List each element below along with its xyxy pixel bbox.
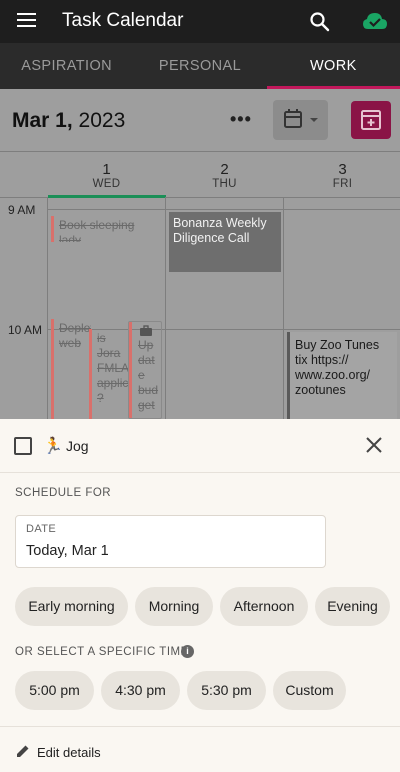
pencil-icon bbox=[16, 744, 30, 758]
date-field-label: DATE bbox=[26, 523, 57, 535]
today-indicator bbox=[48, 195, 166, 198]
event-buy-zoo-tunes[interactable]: Buy Zoo Tunes tix https:// www.zoo.org/ … bbox=[287, 332, 397, 419]
event-book-sleeping-lady[interactable]: Book sleeping lady bbox=[51, 216, 159, 242]
calendar-view: Mar 1, 2023 ••• 1 WED 2 THU 3 FRI 9 AM 10 A… bbox=[0, 89, 400, 419]
info-icon[interactable]: i bbox=[181, 645, 194, 658]
task-checkbox[interactable] bbox=[14, 437, 32, 455]
event-update-budget[interactable]: Up dat e bud get bbox=[128, 321, 162, 419]
tab-work[interactable]: WORK bbox=[266, 43, 400, 89]
period-chip-morning[interactable]: Morning bbox=[135, 587, 213, 626]
calendar-add-icon bbox=[361, 110, 381, 130]
date-field-value: Today, Mar 1 bbox=[26, 543, 109, 559]
search-icon[interactable] bbox=[309, 11, 331, 33]
specific-time-label: OR SELECT A SPECIFIC TIME bbox=[15, 646, 189, 658]
briefcase-icon bbox=[140, 325, 152, 336]
app-title: Task Calendar bbox=[62, 10, 184, 31]
close-icon[interactable] bbox=[364, 435, 384, 455]
time-chip-500[interactable]: 5:00 pm bbox=[15, 671, 94, 710]
tab-aspiration[interactable]: ASPIRATION bbox=[0, 43, 133, 89]
schedule-sheet: 🏃 Jog SCHEDULE FOR DATE Today, Mar 1 Ear… bbox=[0, 419, 400, 772]
edit-details-button[interactable]: Edit details bbox=[0, 732, 400, 772]
menu-icon[interactable] bbox=[17, 13, 37, 29]
category-tabs: ASPIRATION PERSONAL WORK bbox=[0, 43, 400, 89]
task-name: Jog bbox=[66, 438, 89, 454]
more-options-icon[interactable]: ••• bbox=[230, 109, 252, 130]
date-header: Mar 1, 2023 ••• bbox=[0, 89, 400, 151]
event-bonanza-call[interactable]: Bonanza Weekly Diligence Call bbox=[169, 212, 281, 272]
event-jora-fmla[interactable]: is Jora FMLA applic ? bbox=[89, 329, 131, 419]
day-header-2[interactable]: 2 THU bbox=[166, 161, 283, 190]
date-field[interactable]: DATE Today, Mar 1 bbox=[15, 515, 326, 568]
add-event-button[interactable] bbox=[351, 101, 391, 139]
app-bar: Task Calendar bbox=[0, 0, 400, 43]
running-icon: 🏃 bbox=[43, 438, 63, 455]
schedule-for-label: SCHEDULE FOR bbox=[15, 487, 112, 499]
current-date[interactable]: Mar 1, 2023 bbox=[12, 109, 125, 133]
period-chip-early-morning[interactable]: Early morning bbox=[15, 587, 128, 626]
time-chip-custom[interactable]: Custom bbox=[273, 671, 346, 710]
hour-label-10am: 10 AM bbox=[8, 323, 43, 337]
event-deploy-web[interactable]: Deploy web bbox=[51, 319, 91, 419]
day-header-3[interactable]: 3 FRI bbox=[284, 161, 400, 190]
edit-details-label: Edit details bbox=[37, 745, 101, 760]
time-chip-430[interactable]: 4:30 pm bbox=[101, 671, 180, 710]
period-chip-evening[interactable]: Evening bbox=[315, 587, 390, 626]
time-chip-530[interactable]: 5:30 pm bbox=[187, 671, 266, 710]
divider bbox=[0, 726, 400, 727]
day-header-1[interactable]: 1 WED bbox=[48, 161, 165, 190]
tab-personal[interactable]: PERSONAL bbox=[133, 43, 266, 89]
calendar-view-dropdown[interactable] bbox=[273, 100, 328, 140]
hour-label-9am: 9 AM bbox=[8, 203, 36, 217]
period-chip-afternoon[interactable]: Afternoon bbox=[220, 587, 308, 626]
task-header: 🏃 Jog bbox=[0, 419, 400, 473]
calendar-icon bbox=[284, 109, 318, 128]
cloud-done-icon[interactable] bbox=[362, 10, 388, 32]
